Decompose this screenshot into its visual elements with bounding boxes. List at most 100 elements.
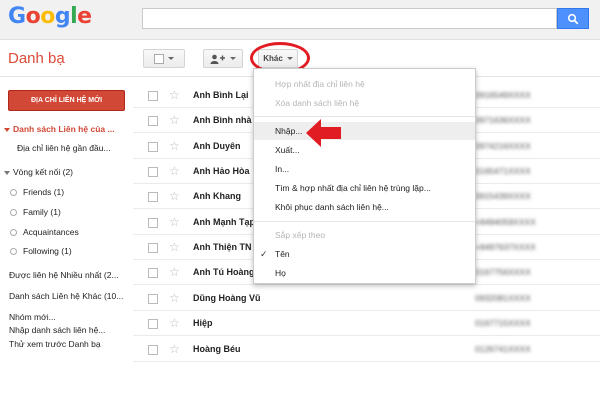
new-contact-button[interactable]: ĐỊA CHỈ LIÊN HỆ MỚI [8,90,125,111]
sidebar-item-label: Nhóm mới... [9,312,56,322]
contact-name: Anh Hảo Hòa [193,166,250,176]
star-icon[interactable]: ☆ [169,139,180,153]
add-to-circles-button[interactable] [203,49,243,68]
sidebar-item-label: Thử xem trước Danh bạ [9,339,101,349]
add-person-icon [210,54,225,64]
search-button[interactable] [557,8,589,29]
contact-name: Hiệp [193,318,213,328]
table-row[interactable]: ☆ Hiệp 0167715XXXX [133,312,600,336]
contact-phone: +8497637XXXX [475,242,536,252]
sidebar-item-my-contacts[interactable]: Danh sách Liên hệ của ... [4,124,115,134]
row-checkbox[interactable] [148,167,158,177]
logo-letter: l [70,4,78,29]
sidebar-item-acquaintances[interactable]: Acquaintances [10,227,79,237]
contact-phone: 0915439XXXX [475,191,531,201]
sidebar-item-label: Được liên hệ Nhiều nhất (2... [9,270,119,280]
logo-letter: o [25,4,41,29]
star-icon[interactable]: ☆ [169,291,180,305]
row-checkbox[interactable] [148,243,158,253]
star-icon[interactable]: ☆ [169,316,180,330]
menu-item-merge-contacts: Hợp nhất địa chỉ liên hệ [275,79,365,89]
circle-icon [10,189,17,197]
more-actions-menu: Hợp nhất địa chỉ liên hệ Xóa danh sách l… [253,68,476,284]
menu-item-sort-first-name[interactable]: ✓ Tên [254,245,475,263]
row-checkbox[interactable] [148,142,158,152]
menu-divider [254,221,475,222]
sidebar-item-friends[interactable]: Friends (1) [10,187,64,197]
sidebar-item-preview[interactable]: Thử xem trước Danh bạ [9,339,101,349]
chevron-down-icon [230,57,236,60]
star-icon[interactable]: ☆ [169,88,180,102]
row-checkbox[interactable] [148,116,158,126]
star-icon[interactable]: ☆ [169,189,180,203]
chevron-down-icon [168,57,174,60]
contact-phone: 0932081XXXX [475,293,531,303]
sidebar-item-import-contacts[interactable]: Nhập danh sách liên hệ... [9,325,105,335]
contact-name: Anh Duyên [193,141,241,151]
sidebar-item-label: Vòng kết nối (2) [13,167,74,177]
row-checkbox[interactable] [148,294,158,304]
contact-name: Anh Tú Hoàng [193,267,255,277]
contact-phone: +8494059XXXX [475,217,536,227]
contact-name: Dũng Hoàng Vũ [193,293,261,303]
select-checkbox-button[interactable] [143,49,185,68]
table-row[interactable]: ☆ Hoàng Béu 0126741XXXX [133,338,600,362]
annotation-arrow-icon [306,119,341,147]
star-icon[interactable]: ☆ [169,215,180,229]
sidebar-item-new-group[interactable]: Nhóm mới... [9,312,56,322]
contact-name: Anh Khang [193,191,241,201]
contact-name: Anh Bình Lại [193,90,249,100]
star-icon[interactable]: ☆ [169,265,180,279]
row-checkbox[interactable] [148,345,158,355]
menu-item-import[interactable]: Nhập... [254,122,475,140]
contact-name: Hoàng Béu [193,344,241,354]
sidebar-item-other-contacts[interactable]: Danh sách Liên hệ Khác (10... [9,291,123,301]
star-icon[interactable]: ☆ [169,342,180,356]
menu-item-export[interactable]: Xuất... [254,141,475,159]
sidebar-item-recent[interactable]: Địa chỉ liên hệ gần đầu... [17,143,111,153]
menu-divider [254,116,475,117]
sidebar-item-label: Địa chỉ liên hệ gần đầu... [17,143,111,153]
sidebar-item-label: Following (1) [23,246,72,256]
sidebar-item-following[interactable]: Following (1) [10,246,72,256]
expand-triangle-icon [4,127,10,132]
table-row[interactable]: ☆ Dũng Hoàng Vũ 0932081XXXX [133,287,600,311]
sidebar-item-label: Danh sách Liên hệ của ... [13,124,115,134]
circle-icon [10,229,17,237]
menu-item-find-duplicates[interactable]: Tìm & hợp nhất địa chỉ liên hệ trùng lặp… [254,179,475,197]
sidebar-item-label: Friends (1) [23,187,65,197]
circle-icon [10,248,17,256]
star-icon[interactable]: ☆ [169,113,180,127]
row-checkbox[interactable] [148,268,158,278]
row-checkbox[interactable] [148,192,158,202]
menu-item-print[interactable]: In... [254,160,475,178]
sidebar-item-most-contacted[interactable]: Được liên hệ Nhiều nhất (2... [9,270,119,280]
sidebar-item-family[interactable]: Family (1) [10,207,61,217]
contact-phone: 0971636XXXX [475,115,531,125]
contact-phone: 0126741XXXX [475,344,531,354]
sidebar-item-circles[interactable]: Vòng kết nối (2) [4,167,73,177]
star-icon[interactable]: ☆ [169,164,180,178]
star-icon[interactable]: ☆ [169,240,180,254]
logo-letter: G [8,4,26,29]
circle-icon [10,209,17,217]
logo-letter: o [40,4,55,29]
top-bar: Google [0,0,600,40]
sidebar-item-label: Acquaintances [23,227,79,237]
contact-phone: 0916549XXXX [475,90,531,100]
contact-phone: 0165471XXXX [475,166,531,176]
row-checkbox[interactable] [148,218,158,228]
menu-item-restore-contacts[interactable]: Khôi phục danh sách liên hệ... [254,198,475,216]
contact-phone: 0167756XXXX [475,267,531,277]
menu-item-label: Tên [275,249,290,259]
search-input[interactable] [142,8,557,29]
search-icon [567,13,579,24]
google-logo[interactable]: Google [8,4,92,29]
logo-letter: g [54,4,71,29]
sidebar-item-label: Nhập danh sách liên hệ... [9,325,106,335]
row-checkbox[interactable] [148,319,158,329]
contact-name: Anh Mạnh Tạp [193,217,255,227]
row-checkbox[interactable] [148,91,158,101]
menu-item-sort-last-name[interactable]: Họ [254,264,475,282]
logo-letter: e [77,4,92,29]
